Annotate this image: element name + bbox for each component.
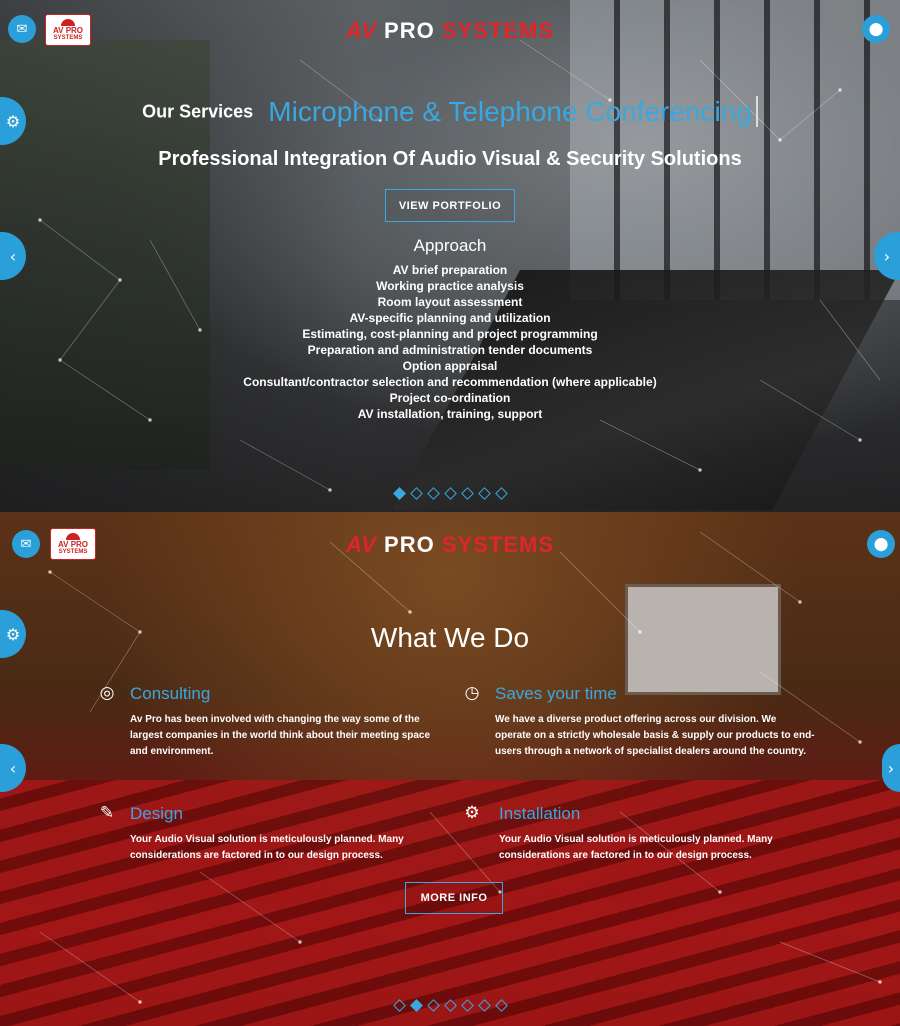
- brand-pro: PRO: [384, 18, 435, 43]
- location-pin-icon: ⬤: [868, 21, 884, 37]
- feature-text: Your Audio Visual solution is meticulous…: [499, 834, 773, 861]
- lifebuoy-icon: ◎: [99, 683, 115, 703]
- pagination-dot[interactable]: [460, 487, 474, 500]
- feature-consulting: ◎ Consulting Av Pro has been involved wi…: [100, 683, 450, 760]
- location-pin-icon: ⬤: [873, 536, 889, 552]
- feature-title: Saves your time: [495, 684, 617, 703]
- approach-item: Option appraisal: [402, 359, 498, 373]
- approach-item: AV brief preparation: [392, 263, 508, 277]
- section-title: What We Do: [370, 622, 530, 653]
- approach-item: Project co-ordination: [389, 391, 511, 405]
- services-line: Our Services Microphone & Telephone Conf…: [0, 96, 900, 128]
- pagination-dot[interactable]: [494, 487, 508, 500]
- brand-pro: PRO: [384, 532, 435, 557]
- feature-title: Consulting: [130, 684, 211, 703]
- pagination-dot[interactable]: [460, 999, 474, 1012]
- pagination-dot[interactable]: [477, 487, 491, 500]
- slide-pagination: [0, 999, 900, 1012]
- pagination-dot[interactable]: [426, 999, 440, 1012]
- brand-systems: SYSTEMS: [441, 18, 554, 43]
- pagination-dot[interactable]: [443, 487, 457, 500]
- approach-title: Approach: [413, 236, 487, 255]
- feature-text: We have a diverse product offering acros…: [495, 714, 815, 757]
- clock-icon: ◷: [464, 683, 480, 703]
- brand-wordmark[interactable]: AV PRO SYSTEMS: [0, 18, 900, 44]
- typed-service-text: Microphone & Telephone Conferencing: [268, 96, 758, 127]
- more-info-button[interactable]: MORE INFO: [405, 882, 503, 914]
- pagination-dot[interactable]: [494, 999, 508, 1012]
- brand-systems: SYSTEMS: [441, 532, 554, 557]
- pagination-dot[interactable]: [392, 487, 406, 500]
- pagination-dot[interactable]: [477, 999, 491, 1012]
- feature-text: Your Audio Visual solution is meticulous…: [130, 834, 404, 861]
- cogs-icon: ⚙: [464, 803, 480, 823]
- feature-title: Installation: [499, 804, 581, 823]
- slide-pagination: [0, 487, 900, 500]
- approach-item: Preparation and administration tender do…: [307, 343, 593, 357]
- next-slide-button[interactable]: ›: [882, 744, 900, 792]
- brand-av: AV: [345, 18, 377, 43]
- feature-title: Design: [130, 804, 183, 823]
- paintbrush-icon: ✎: [99, 803, 115, 823]
- approach-item: Estimating, cost-planning and project pr…: [302, 327, 598, 341]
- location-button[interactable]: ⬤: [862, 15, 890, 43]
- approach-item: Consultant/contractor selection and reco…: [243, 375, 657, 389]
- services-label: Our Services: [142, 101, 254, 122]
- feature-installation: ⚙ Installation Your Audio Visual solutio…: [464, 803, 819, 864]
- brand-wordmark[interactable]: AV PRO SYSTEMS: [0, 532, 900, 558]
- location-button[interactable]: ⬤: [867, 530, 895, 558]
- pagination-dot[interactable]: [392, 999, 406, 1012]
- chevron-left-icon: ‹: [9, 758, 17, 778]
- chevron-right-icon: ›: [887, 758, 895, 778]
- pagination-dot[interactable]: [443, 999, 457, 1012]
- feature-text: Av Pro has been involved with changing t…: [130, 714, 431, 757]
- what-we-do-slide-auditorium: ✉ AV PRO SYSTEMS AV PRO SYSTEMS ⬤ ⚙ ‹ › …: [0, 512, 900, 1026]
- pagination-dot[interactable]: [426, 487, 440, 500]
- pagination-dot[interactable]: [409, 999, 423, 1012]
- approach-item: AV installation, training, support: [357, 407, 543, 421]
- approach-item: Working practice analysis: [376, 279, 524, 293]
- hero-headline: Professional Integration Of Audio Visual…: [158, 148, 742, 170]
- feature-design: ✎ Design Your Audio Visual solution is m…: [100, 803, 450, 864]
- hero-slide-conference-room: ✉ AV PRO SYSTEMS AV PRO SYSTEMS ⬤ ⚙ ‹ › …: [0, 0, 900, 512]
- approach-item: AV-specific planning and utilization: [349, 311, 551, 325]
- approach-list: AV brief preparation Working practice an…: [0, 262, 900, 422]
- pagination-dot[interactable]: [409, 487, 423, 500]
- brand-av: AV: [345, 532, 377, 557]
- view-portfolio-button[interactable]: VIEW PORTFOLIO: [385, 189, 515, 222]
- approach-item: Room layout assessment: [377, 295, 523, 309]
- feature-saves-time: ◷ Saves your time We have a diverse prod…: [465, 683, 815, 760]
